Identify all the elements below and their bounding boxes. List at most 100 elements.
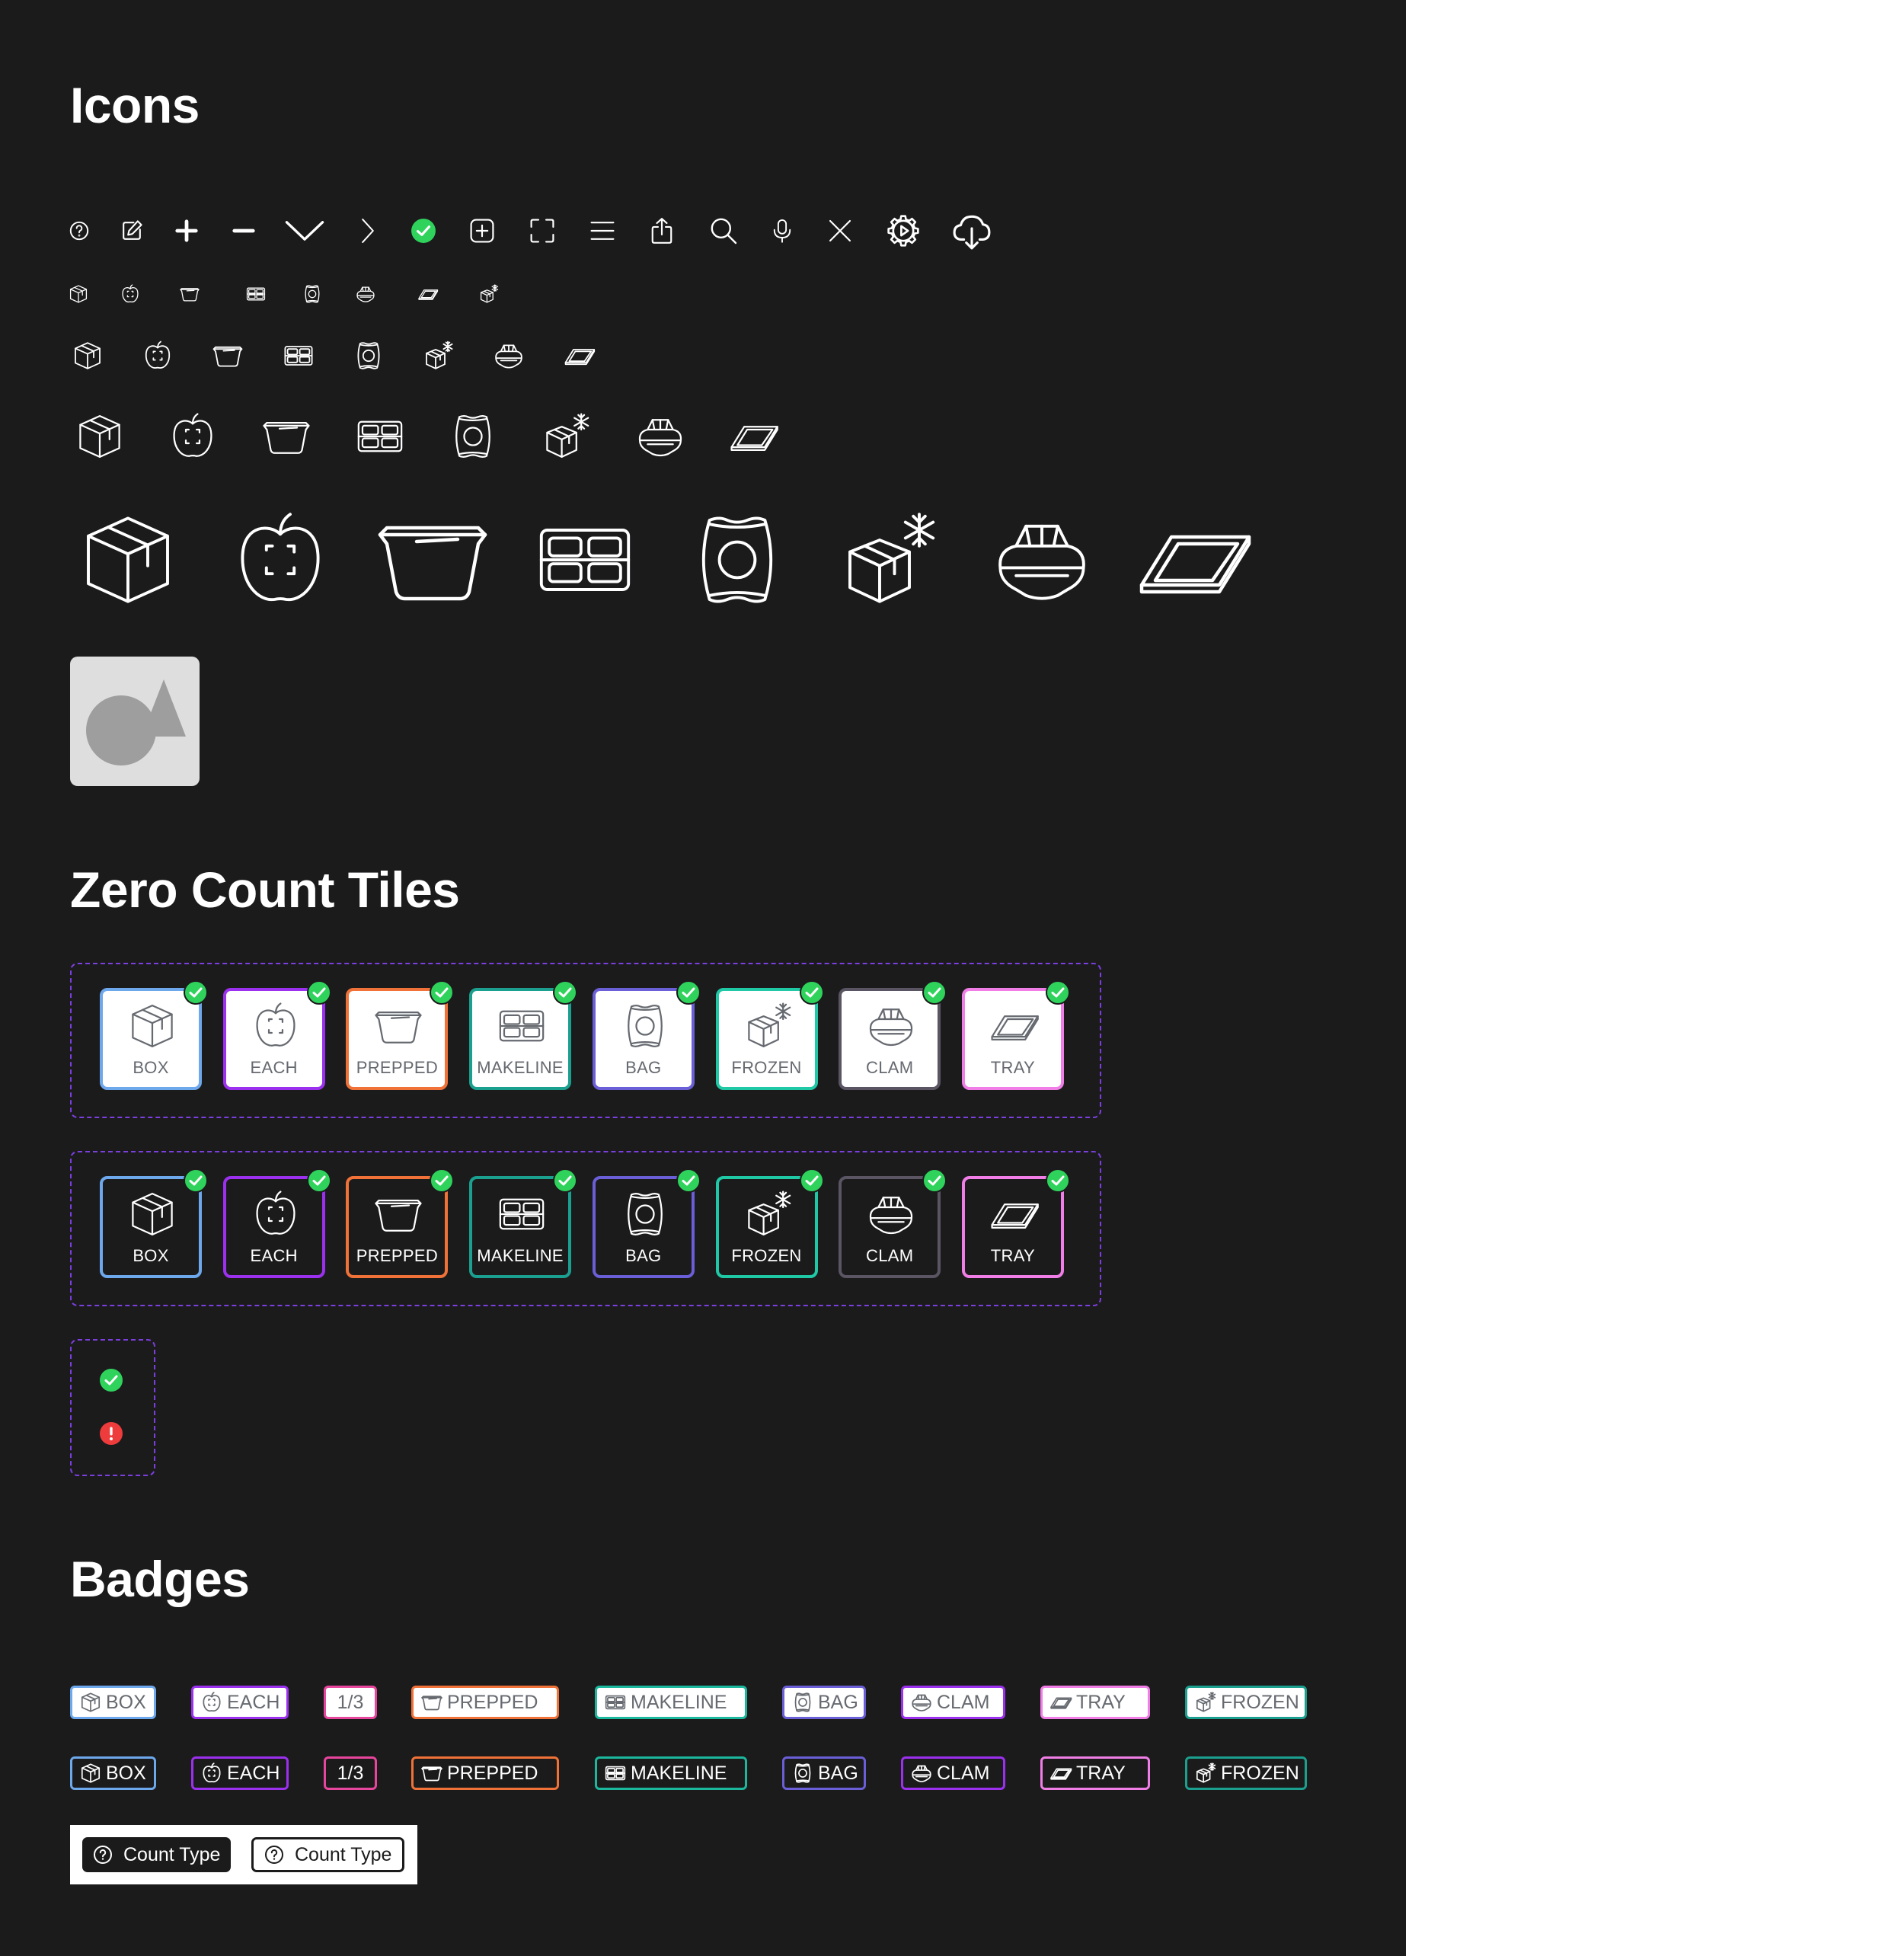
tile-label: MAKELINE <box>477 1246 564 1265</box>
plus-square-icon[interactable] <box>468 217 496 244</box>
apple-icon <box>142 340 173 371</box>
count-type-label: Count Type <box>295 1843 392 1865</box>
clam-icon <box>636 412 685 461</box>
tile-label: BAG <box>625 1058 662 1077</box>
tile-box[interactable]: BOX <box>100 980 208 1090</box>
icons-section-title: Icons <box>70 77 200 133</box>
check-circle-icon[interactable] <box>411 218 436 244</box>
chevron-down-icon[interactable] <box>283 209 326 252</box>
badge-label: EACH <box>227 1691 280 1713</box>
success-check-icon <box>1045 1168 1070 1193</box>
apple-icon <box>251 1190 300 1238</box>
badge-prepped: PREPPED <box>411 1686 559 1719</box>
badge-1-3: 1/3 <box>324 1756 377 1790</box>
apple-icon <box>201 1763 222 1784</box>
edit-icon[interactable] <box>120 219 143 242</box>
tile-clam[interactable]: CLAM <box>839 980 947 1090</box>
style-guide-panel: Icons Zero Count Tiles BOX EACH PREPPED MAK… <box>0 0 1406 1956</box>
tile-frozen[interactable]: FROZEN <box>715 980 824 1090</box>
menu-icon[interactable] <box>589 217 616 244</box>
badge-box: BOX <box>70 1756 156 1790</box>
tile-each[interactable]: EACH <box>222 980 331 1090</box>
count-type-button-light[interactable]: Count Type <box>251 1837 405 1872</box>
frozen-icon <box>744 1002 793 1050</box>
tiles-section-title: Zero Count Tiles <box>70 861 460 918</box>
badge-label: BAG <box>818 1762 858 1784</box>
tile-prepped[interactable]: PREPPED <box>346 1168 455 1278</box>
tile-frozen[interactable]: FROZEN <box>715 1168 824 1278</box>
count-type-button-dark[interactable]: Count Type <box>82 1837 232 1872</box>
image-placeholder-icon <box>70 657 200 786</box>
tile-bag[interactable]: BAG <box>592 1168 701 1278</box>
tray-icon <box>730 412 778 461</box>
tile-label: CLAM <box>866 1058 914 1077</box>
badge-bag: BAG <box>782 1686 866 1719</box>
badge-label: 1/3 <box>337 1762 364 1784</box>
plus-icon[interactable] <box>174 218 200 244</box>
badge-clam: CLAM <box>901 1756 1005 1790</box>
cloud-download-icon[interactable] <box>952 211 992 251</box>
box-icon <box>128 1190 177 1238</box>
badge-bag: BAG <box>782 1756 866 1790</box>
bag-icon <box>688 510 787 609</box>
badge-clam: CLAM <box>901 1686 1005 1719</box>
box-icon <box>72 340 103 371</box>
tile-label: BAG <box>625 1246 662 1265</box>
help-circle-icon[interactable] <box>69 220 90 241</box>
minus-icon[interactable] <box>231 218 257 244</box>
tile-tray[interactable]: TRAY <box>961 1168 1070 1278</box>
prepped-pan-icon <box>262 412 311 461</box>
badge-label: FROZEN <box>1221 1762 1299 1784</box>
count-type-buttons: Count Type Count Type <box>70 1825 417 1884</box>
badge-label: MAKELINE <box>631 1762 727 1784</box>
microphone-icon[interactable] <box>770 219 794 243</box>
makeline-icon <box>497 1002 546 1050</box>
tile-label: FROZEN <box>731 1246 802 1265</box>
tile-box[interactable]: BOX <box>100 1168 208 1278</box>
tray-icon <box>990 1002 1039 1050</box>
makeline-icon <box>605 1763 626 1784</box>
bag-icon <box>792 1763 813 1784</box>
success-check-icon <box>100 1369 123 1392</box>
search-icon[interactable] <box>708 216 739 246</box>
tile-tray[interactable]: TRAY <box>961 980 1070 1090</box>
success-check-icon <box>799 1168 824 1193</box>
badge-tray: TRAY <box>1040 1686 1150 1719</box>
frozen-icon <box>479 284 499 304</box>
badges-section-title: Badges <box>70 1551 250 1607</box>
share-icon[interactable] <box>648 217 676 244</box>
tile-makeline[interactable]: MAKELINE <box>469 1168 578 1278</box>
tile-clam[interactable]: CLAM <box>839 1168 947 1278</box>
chevron-right-icon[interactable] <box>355 218 381 244</box>
help-circle-icon <box>265 1846 283 1864</box>
tile-bag[interactable]: BAG <box>592 980 701 1090</box>
close-icon[interactable] <box>826 217 854 244</box>
tile-label: EACH <box>250 1246 298 1265</box>
tile-label: FROZEN <box>731 1058 802 1077</box>
success-check-icon <box>306 980 331 1005</box>
clam-icon <box>494 340 524 371</box>
tile-label: BOX <box>133 1246 169 1265</box>
tray-icon <box>990 1190 1039 1238</box>
success-check-icon <box>553 980 578 1005</box>
success-check-icon <box>799 980 824 1005</box>
badge-each: EACH <box>191 1756 289 1790</box>
success-check-icon <box>306 1168 331 1193</box>
tile-each[interactable]: EACH <box>222 1168 331 1278</box>
focus-frame-icon[interactable] <box>529 217 556 244</box>
status-icons-group <box>70 1339 155 1476</box>
success-check-icon <box>922 980 947 1005</box>
success-check-icon <box>676 1168 701 1193</box>
tile-makeline[interactable]: MAKELINE <box>469 980 578 1090</box>
badge-makeline: MAKELINE <box>595 1686 747 1719</box>
makeline-icon <box>283 340 314 371</box>
success-check-icon <box>1045 980 1070 1005</box>
tile-prepped[interactable]: PREPPED <box>346 980 455 1090</box>
makeline-icon <box>246 284 266 304</box>
badge-frozen: FROZEN <box>1185 1756 1307 1790</box>
prepped-pan-icon <box>374 1190 423 1238</box>
settings-icon[interactable] <box>887 214 920 248</box>
badge-frozen: FROZEN <box>1185 1686 1307 1719</box>
badge-each: EACH <box>191 1686 289 1719</box>
badge-label: EACH <box>227 1762 280 1784</box>
